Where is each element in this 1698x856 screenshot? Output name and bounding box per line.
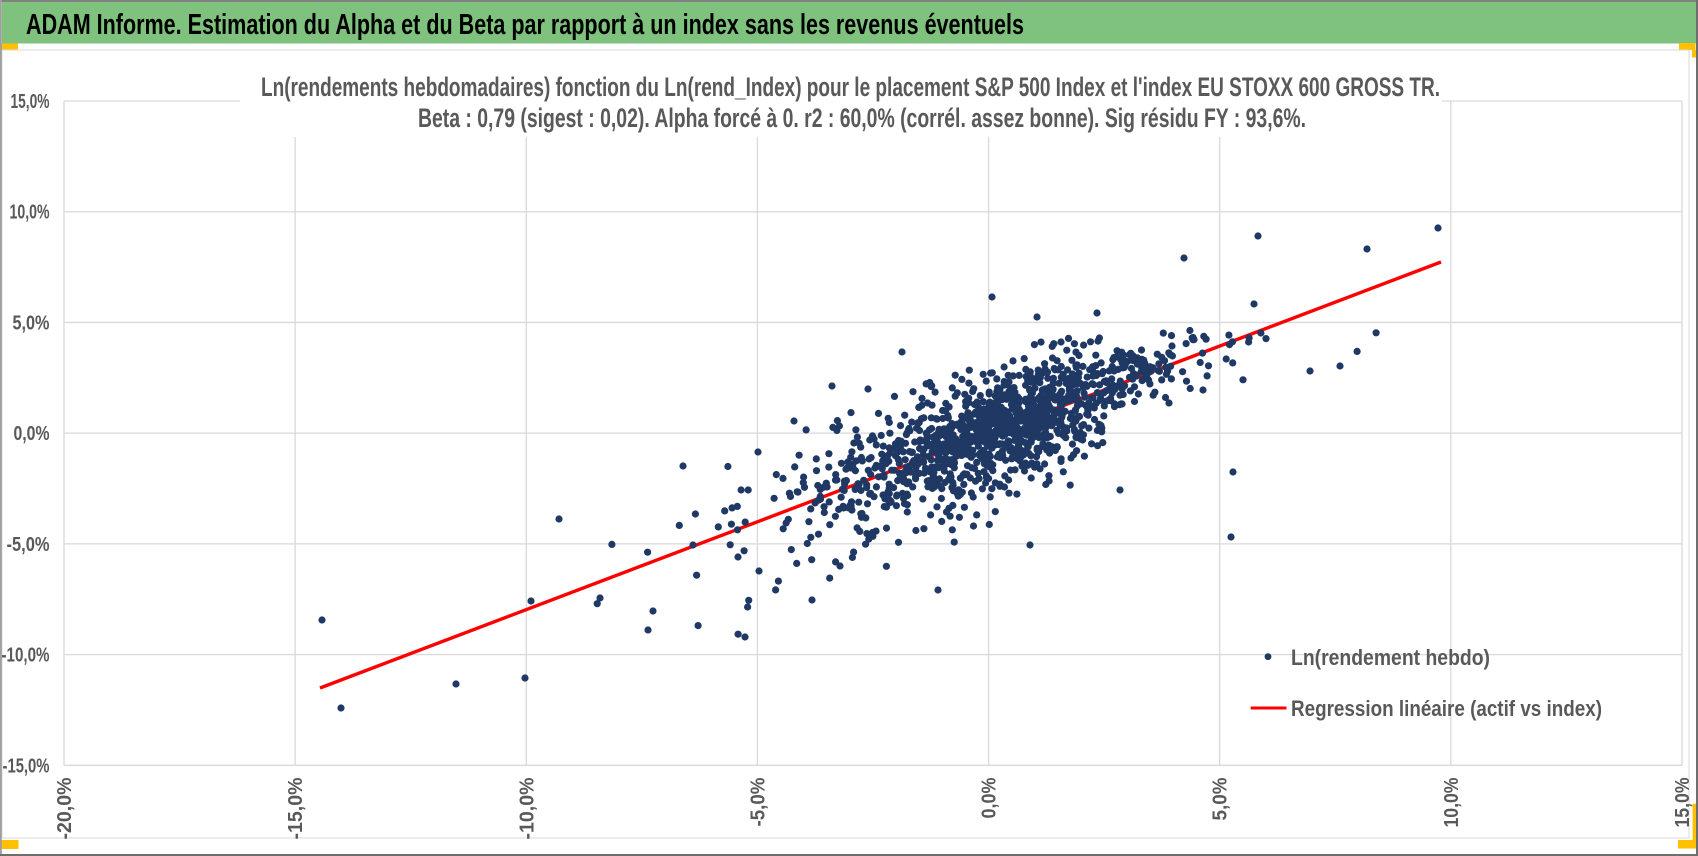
svg-text:0,0%: 0,0% xyxy=(979,777,1001,818)
svg-text:10,0%: 10,0% xyxy=(10,202,50,224)
svg-text:ADAM Informe. Estimation du Al: ADAM Informe. Estimation du Alpha et du … xyxy=(26,9,1024,41)
svg-text:15,0%: 15,0% xyxy=(11,91,50,113)
svg-text:-15,0%: -15,0% xyxy=(285,777,307,839)
svg-text:0,0%: 0,0% xyxy=(14,423,50,445)
svg-text:Regression linéaire (actif vs: Regression linéaire (actif vs index) xyxy=(1291,696,1602,721)
svg-text:15,0%: 15,0% xyxy=(1672,777,1694,827)
svg-text:10,0%: 10,0% xyxy=(1441,777,1463,827)
svg-text:-5,0%: -5,0% xyxy=(7,534,50,556)
svg-text:-10,0%: -10,0% xyxy=(516,777,538,839)
svg-text:-20,0%: -20,0% xyxy=(54,777,76,839)
svg-text:Ln(rendements hebdomadaires) f: Ln(rendements hebdomadaires) fonction du… xyxy=(261,72,1440,102)
svg-text:Beta : 0,79 (sigest : 0,02).: Beta : 0,79 (sigest : 0,02). Alpha forcé… xyxy=(418,103,1306,133)
svg-text:-10,0%: -10,0% xyxy=(2,645,50,667)
svg-text:-5,0%: -5,0% xyxy=(747,777,769,826)
svg-text:5,0%: 5,0% xyxy=(13,312,50,334)
svg-text:Ln(rendement hebdo): Ln(rendement hebdo) xyxy=(1291,645,1490,670)
svg-text:-15,0%: -15,0% xyxy=(3,755,50,777)
svg-text:5,0%: 5,0% xyxy=(1210,777,1232,820)
